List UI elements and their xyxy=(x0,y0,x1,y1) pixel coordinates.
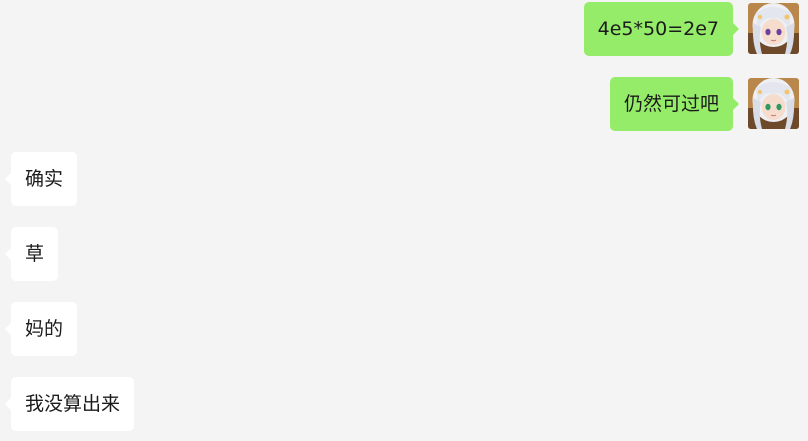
incoming-message: 我没算出来 xyxy=(4,377,135,431)
incoming-message: 确实 xyxy=(4,152,78,206)
message-bubble[interactable]: 仍然可过吧 xyxy=(609,77,740,131)
user-avatar[interactable] xyxy=(748,3,799,54)
incoming-message: 妈的 xyxy=(4,302,78,356)
incoming-message: 草 xyxy=(4,227,59,281)
message-bubble[interactable]: 妈的 xyxy=(4,302,78,356)
outgoing-message: 仍然可过吧 xyxy=(609,77,799,131)
anime-girl-avatar-icon xyxy=(748,78,799,129)
anime-girl-avatar-icon xyxy=(748,3,799,54)
message-bubble[interactable]: 草 xyxy=(4,227,59,281)
message-bubble[interactable]: 确实 xyxy=(4,152,78,206)
message-bubble[interactable]: 我没算出来 xyxy=(4,377,135,431)
outgoing-message: 4e5*50=2e7 xyxy=(583,2,799,56)
chat-message-area: 4e5*50=2e7 仍然可过吧 确实 草 妈的 我没算出来 xyxy=(0,0,808,441)
message-bubble[interactable]: 4e5*50=2e7 xyxy=(583,2,740,56)
user-avatar[interactable] xyxy=(748,78,799,129)
